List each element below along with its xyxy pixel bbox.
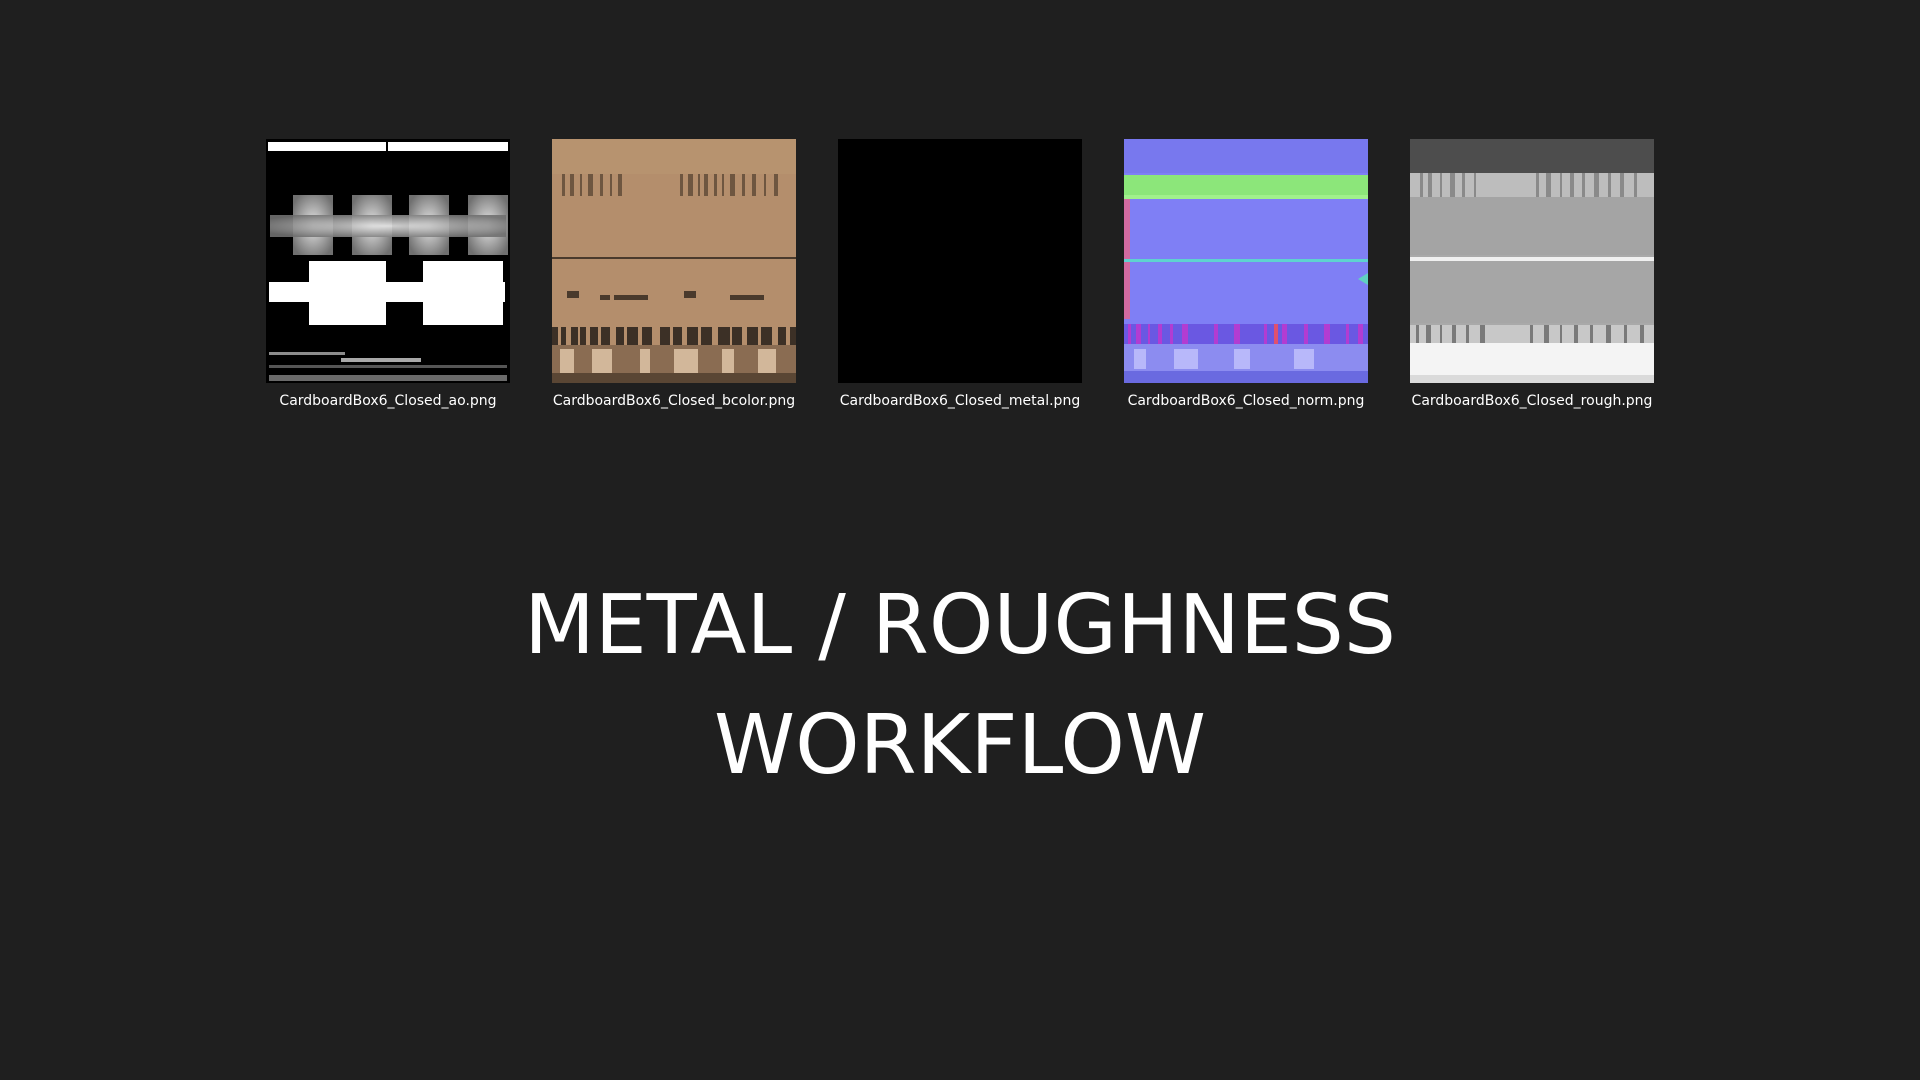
file-name-label: CardboardBox6_Closed_norm.png bbox=[1127, 393, 1365, 409]
basecolor-texture-thumbnail-icon bbox=[552, 139, 796, 383]
file-item-metal[interactable]: CardboardBox6_Closed_metal.png bbox=[817, 139, 1103, 419]
workflow-title-line-2: WORKFLOW bbox=[714, 698, 1206, 793]
ao-texture-thumbnail-icon bbox=[266, 139, 510, 383]
file-name-label: CardboardBox6_Closed_ao.png bbox=[279, 393, 497, 409]
file-item-rough[interactable]: CardboardBox6_Closed_rough.png bbox=[1389, 139, 1675, 419]
file-name-label: CardboardBox6_Closed_rough.png bbox=[1411, 393, 1653, 409]
roughness-texture-thumbnail-icon bbox=[1410, 139, 1654, 383]
file-name-label: CardboardBox6_Closed_metal.png bbox=[839, 393, 1081, 409]
file-item-bcolor[interactable]: CardboardBox6_Closed_bcolor.png bbox=[531, 139, 817, 419]
normal-texture-thumbnail-icon bbox=[1124, 139, 1368, 383]
file-name-label: CardboardBox6_Closed_bcolor.png bbox=[552, 393, 796, 409]
workflow-title-line-1: METAL / ROUGHNESS bbox=[524, 578, 1396, 673]
file-item-ao[interactable]: CardboardBox6_Closed_ao.png bbox=[245, 139, 531, 419]
metal-texture-thumbnail-icon bbox=[838, 139, 1082, 383]
file-thumbnail-grid: CardboardBox6_Closed_ao.png CardboardBox… bbox=[0, 0, 1920, 1080]
file-item-norm[interactable]: CardboardBox6_Closed_norm.png bbox=[1103, 139, 1389, 419]
